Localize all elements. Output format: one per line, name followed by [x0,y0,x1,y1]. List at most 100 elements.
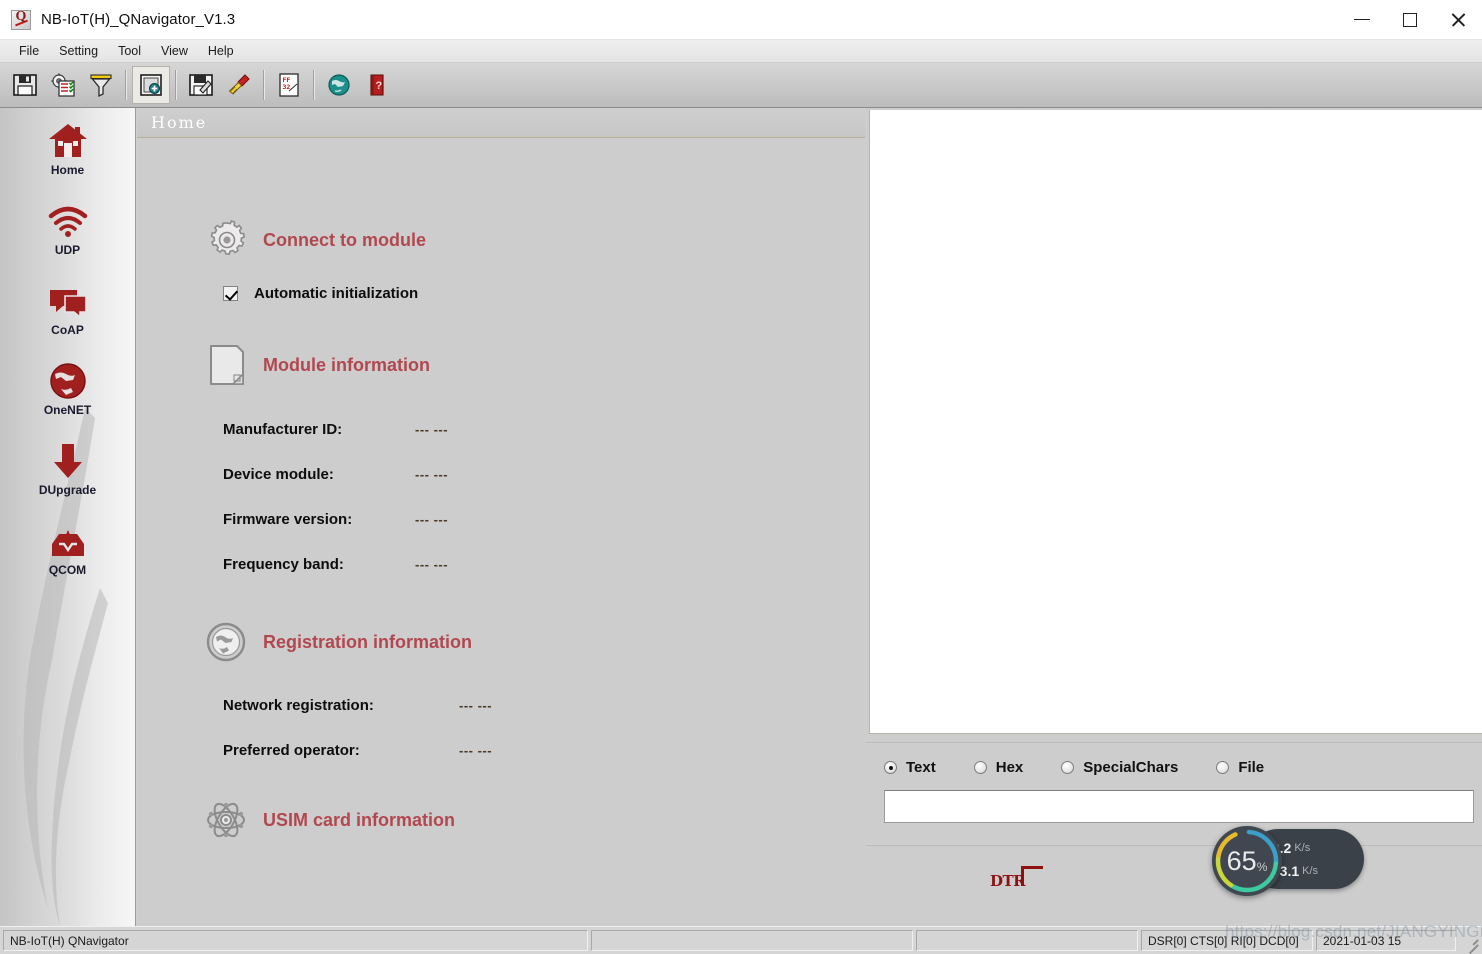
chat-icon-wrap [47,280,89,320]
close-button[interactable] [1434,0,1482,39]
radio-file[interactable] [1216,761,1230,774]
title-bar: NB-IoT(H)_QNavigator_V1.3 [0,0,1482,40]
toolbar: FF 32 ? [0,63,1482,108]
section-title-usim-card-information: USIM card information [263,809,456,830]
field-preferred-operator: Preferred operator: --- --- [223,742,492,759]
automatic-initialization-checkbox[interactable] [223,286,238,301]
format-option-file[interactable]: File [1216,759,1264,776]
sidebar-item-home[interactable]: Home [0,108,135,188]
toolbar-save-button[interactable] [6,66,44,104]
down-arrow-icon [53,443,82,478]
app-icon [11,9,31,30]
section-title-connect: Connect to module [263,229,426,250]
toolbar-web-button[interactable] [320,66,358,104]
sidebar-item-coap[interactable]: CoAP [0,268,135,348]
svg-text:?: ? [376,80,383,92]
toolbar-filter-button[interactable] [82,66,120,104]
dtr-signal-label[interactable]: DTR [990,872,1026,890]
field-manufacturer-id: Manufacturer ID: --- --- [223,421,448,438]
tab-home[interactable]: Home [151,113,207,132]
minimize-button[interactable] [1338,0,1386,39]
field-device-module: Device module: --- --- [223,466,448,483]
status-signals: DSR[0] CTS[0] RI[0] DCD[0] [1141,930,1313,951]
section-title-module-information: Module information [263,354,430,375]
format-option-text[interactable]: Text [884,759,936,776]
toolbar-help-button[interactable]: ? [358,66,396,104]
window-title: NB-IoT(H)_QNavigator_V1.3 [41,11,236,28]
section-module-information[interactable]: Module information [207,343,430,387]
sidebar-item-label-udp: UDP [54,242,81,257]
radio-label-hex: Hex [995,759,1024,776]
format-option-hex[interactable]: Hex [973,759,1024,776]
field-value-frequency-band: --- --- [415,557,449,572]
sidebar-item-label-qcom: QCOM [48,562,87,577]
qcom-icon [51,529,84,556]
right-panel: Text Hex SpecialChars File [866,108,1482,926]
toolbar-separator [263,70,265,100]
section-usim-card-information[interactable]: USIM card information [205,799,455,841]
radio-label-text: Text [906,759,936,776]
toolbar-hex-view-button[interactable]: FF 32 [270,66,308,104]
sidebar-item-onenet[interactable]: OneNET [0,348,135,428]
field-label-frequency-band: Frequency band: [223,556,344,573]
network-speed-widget[interactable]: ▲ 9.2 K/s ▼ 63.1 K/s 65 % [1212,826,1364,896]
menu-item-view[interactable]: View [151,42,198,60]
send-input[interactable] [884,790,1474,823]
field-network-registration: Network registration: --- --- [223,697,492,714]
section-connect-to-module[interactable]: Connect to module [207,220,426,260]
toolbar-clear-button[interactable] [220,66,258,104]
menu-item-help[interactable]: Help [198,42,244,60]
sidebar-item-udp[interactable]: UDP [0,188,135,268]
field-frequency-band: Frequency band: --- --- [223,556,448,573]
field-value-preferred-operator: --- --- [459,743,493,758]
help-book-icon: ? [370,74,384,96]
format-option-specialchars[interactable]: SpecialChars [1061,759,1178,776]
sidebar-item-label-onenet: OneNET [43,402,92,417]
right-panel-divider [866,845,1482,846]
close-icon [1450,12,1466,28]
sidebar-item-dupgrade[interactable]: DUpgrade [0,428,135,508]
wifi-icon-wrap [47,200,89,240]
toolbar-separator [125,70,127,100]
field-value-device-module: --- --- [415,467,449,482]
menu-item-tool[interactable]: Tool [108,42,151,60]
status-bar: NB-IoT(H) QNavigator DSR[0] CTS[0] RI[0]… [0,926,1482,954]
sidebar-item-label-coap: CoAP [51,322,84,337]
maximize-button[interactable] [1386,0,1434,39]
center-tab-bar: Home [137,108,865,138]
field-label-network-registration: Network registration: [223,697,374,714]
field-label-device-module: Device module: [223,466,334,483]
toolbar-save-as-button[interactable] [182,66,220,104]
radio-text[interactable] [884,761,897,774]
automatic-initialization-row[interactable]: Automatic initialization [223,285,418,302]
qcom-icon-wrap [47,520,89,560]
radio-specialchars[interactable] [1061,761,1075,774]
center-panel: Home Connect to module Automatic initial… [137,108,865,926]
status-app-name: NB-IoT(H) QNavigator [3,930,588,951]
toolbar-add-window-button[interactable] [132,66,170,104]
sidebar-item-qcom[interactable]: QCOM [0,508,135,588]
sidebar-item-label-home: Home [50,162,85,177]
sidebar: Home UDP CoAP OneNET DUpgrade QCOM [0,108,136,926]
hex-view-icon: FF 32 [279,73,299,97]
field-value-network-registration: --- --- [459,698,493,713]
atom-icon [207,802,245,838]
resize-grip[interactable] [1462,932,1479,949]
radio-hex[interactable] [973,761,987,774]
application-window: NB-IoT(H)_QNavigator_V1.3 File Setting T… [0,0,1482,954]
globe-outline-icon [206,622,246,662]
terminal-output[interactable] [869,110,1482,734]
toolbar-separator [313,70,315,100]
download-speed-unit: K/s [1302,865,1319,877]
gear-icon [210,220,245,255]
upload-speed-unit: K/s [1294,842,1311,854]
status-empty [916,930,1138,951]
maximize-icon [1403,12,1417,27]
format-options-row: Text Hex SpecialChars File [866,742,1482,792]
toolbar-settings-button[interactable] [44,66,82,104]
section-registration-information[interactable]: Registration information [205,621,472,663]
save-as-icon [189,74,213,96]
menu-item-setting[interactable]: Setting [49,42,108,60]
home-icon [48,123,87,157]
menu-item-file[interactable]: File [9,42,49,60]
